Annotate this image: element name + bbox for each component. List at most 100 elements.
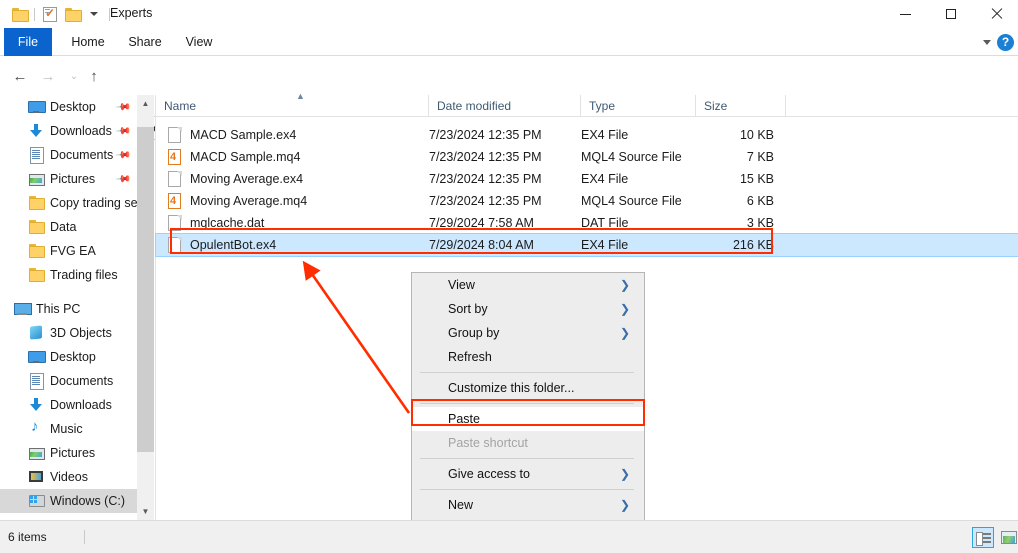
menu-item-label: Customize this folder... [448,381,574,395]
menu-item-customize-this-folder[interactable]: Customize this folder... [412,376,644,400]
pictures-icon [28,171,44,187]
column-header-name[interactable]: Name [156,95,429,117]
scrollbar-thumb[interactable] [137,127,154,452]
sidebar-item-label: Pictures [50,446,95,460]
pin-icon: 📌 [114,99,131,116]
menu-item-label: Refresh [448,350,492,364]
column-header-row: ▲ Name Date modified Type Size [156,95,1018,117]
file-date: 7/23/2024 12:35 PM [429,128,542,142]
mq4-file-icon [168,193,182,210]
mq4-file-icon [168,149,182,166]
sidebar-item-label: Pictures [50,172,95,186]
menu-separator [420,489,634,490]
document-icon [28,147,44,163]
properties-icon[interactable] [39,4,61,24]
maximize-button[interactable] [928,0,974,28]
sidebar-item-data[interactable]: Data [0,215,137,239]
sidebar-item-label: Desktop [50,350,96,364]
menu-item-new[interactable]: New ❯ [412,493,644,517]
this-pc-icon [14,301,30,317]
sidebar-item-fvg-ea[interactable]: FVG EA [0,239,137,263]
file-size: 10 KB [666,128,774,142]
column-header-size[interactable]: Size [696,95,786,117]
sidebar-item-pc-downloads[interactable]: Downloads [0,393,137,417]
chevron-right-icon: ❯ [620,302,630,316]
up-button[interactable]: ↑ [82,64,106,88]
tab-home[interactable]: Home [60,28,116,56]
folder-icon[interactable] [8,4,30,24]
file-type: EX4 File [581,128,628,142]
menu-item-give-access-to[interactable]: Give access to ❯ [412,462,644,486]
forward-button[interactable]: → [36,64,60,88]
sidebar-item-pictures[interactable]: Pictures 📌 [0,167,137,191]
folder-icon [28,219,44,235]
sidebar-item-copy-trading-set[interactable]: Copy trading set [0,191,137,215]
pin-icon: 📌 [114,171,131,188]
new-folder-icon[interactable] [61,4,83,24]
sidebar-item-music[interactable]: Music [0,417,137,441]
close-button[interactable] [974,0,1018,28]
sidebar-item-downloads[interactable]: Downloads 📌 [0,119,137,143]
table-row[interactable]: MACD Sample.mq4 7/23/2024 12:35 PM MQL4 … [156,146,1018,168]
menu-item-refresh[interactable]: Refresh [412,345,644,369]
quick-access-toolbar [8,4,114,24]
sidebar-item-this-pc[interactable]: This PC [0,297,137,321]
table-row[interactable]: Moving Average.ex4 7/23/2024 12:35 PM EX… [156,168,1018,190]
menu-item-view[interactable]: View ❯ [412,273,644,297]
sidebar-group-gap [0,287,137,297]
sidebar-item-3d-objects[interactable]: 3D Objects [0,321,137,345]
sidebar-item-label: Documents [50,374,113,388]
download-icon [28,397,44,413]
menu-item-paste-shortcut: Paste shortcut [412,431,644,455]
file-size: 7 KB [666,150,774,164]
sidebar-group-gap-2 [0,513,137,520]
sidebar-item-desktop[interactable]: Desktop 📌 [0,95,137,119]
tab-view[interactable]: View [174,28,224,56]
ribbon-tab-bar: File Home Share View ? [0,28,1018,56]
tab-share[interactable]: Share [119,28,171,56]
file-name: Moving Average.mq4 [190,194,307,208]
sidebar-item-pc-documents[interactable]: Documents [0,369,137,393]
toolbar-divider [34,8,35,21]
chevron-down-icon[interactable] [983,40,991,45]
menu-item-label: New [448,498,473,512]
sidebar-item-trading-files[interactable]: Trading files [0,263,137,287]
sidebar-item-documents[interactable]: Documents 📌 [0,143,137,167]
customize-dropdown-icon[interactable] [83,4,105,24]
column-header-date[interactable]: Date modified [429,95,581,117]
folder-icon [28,267,44,283]
sidebar-item-label: This PC [36,302,80,316]
file-name: MACD Sample.ex4 [190,128,296,142]
scroll-up-icon[interactable]: ▲ [137,95,154,112]
sidebar-item-pc-desktop[interactable]: Desktop [0,345,137,369]
desktop-icon [28,349,44,365]
file-size: 15 KB [666,172,774,186]
sidebar-item-pc-pictures[interactable]: Pictures [0,441,137,465]
column-header-type[interactable]: Type [581,95,696,117]
details-view-button[interactable] [972,527,994,548]
sidebar-item-videos[interactable]: Videos [0,465,137,489]
large-icons-view-button[interactable] [998,527,1018,548]
ex4-file-icon [168,171,182,188]
address-bar-row: ← → ⌄ ↑ « Roaming › MetaQuotes › Termina… [0,56,1018,95]
scroll-down-icon[interactable]: ▼ [137,503,154,520]
file-explorer-window: Experts File Home Share View ? ← → ⌄ ↑ «… [0,0,1018,553]
menu-separator [420,458,634,459]
menu-item-label: Paste shortcut [448,436,528,450]
back-button[interactable]: ← [8,64,32,88]
sidebar-item-label: Music [50,422,83,436]
pin-icon: 📌 [114,147,131,164]
menu-item-sort-by[interactable]: Sort by ❯ [412,297,644,321]
sidebar-item-windows-c[interactable]: Windows (C:) [0,489,137,513]
menu-separator [420,372,634,373]
annotation-highlight-paste [411,399,645,426]
minimize-button[interactable] [882,0,928,28]
sidebar-scrollbar[interactable]: ▲ ▼ [137,95,154,520]
sidebar-item-label: Videos [50,470,88,484]
menu-item-group-by[interactable]: Group by ❯ [412,321,644,345]
tab-file[interactable]: File [4,28,52,56]
help-icon[interactable]: ? [997,34,1014,51]
table-row[interactable]: MACD Sample.ex4 7/23/2024 12:35 PM EX4 F… [156,124,1018,146]
pictures-icon [28,445,44,461]
table-row[interactable]: Moving Average.mq4 7/23/2024 12:35 PM MQ… [156,190,1018,212]
